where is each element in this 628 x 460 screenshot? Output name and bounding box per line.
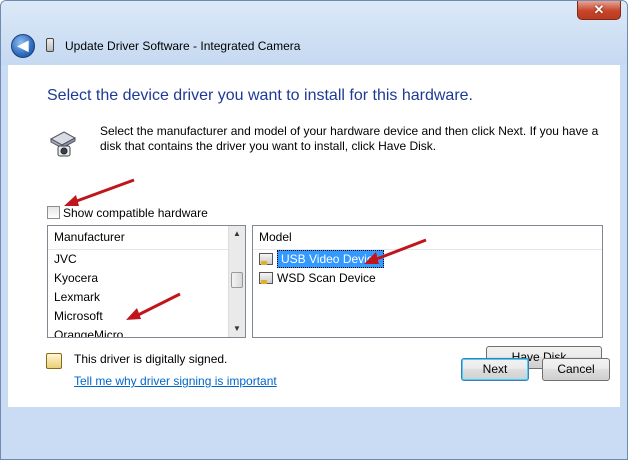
- dialog-window: ✕ ◀ Update Driver Software - Integrated …: [0, 0, 628, 460]
- hardware-icon: [49, 131, 77, 157]
- manufacturer-item[interactable]: Microsoft: [48, 307, 245, 326]
- manufacturer-item[interactable]: OrangeMicro: [48, 326, 245, 337]
- show-compatible-label[interactable]: Show compatible hardware: [63, 206, 208, 220]
- manufacturer-item[interactable]: Lexmark: [48, 288, 245, 307]
- page-heading: Select the device driver you want to ins…: [47, 87, 473, 104]
- next-button[interactable]: Next: [461, 358, 529, 381]
- instructions-text: Select the manufacturer and model of you…: [100, 124, 599, 153]
- model-item[interactable]: WSD Scan Device: [253, 269, 602, 288]
- manufacturer-item[interactable]: Kyocera: [48, 269, 245, 288]
- show-compatible-checkbox[interactable]: [47, 206, 60, 219]
- close-icon: ✕: [593, 2, 605, 17]
- manufacturer-list[interactable]: Manufacturer JVC Kyocera Lexmark Microso…: [47, 225, 246, 338]
- manufacturer-scrollbar[interactable]: ▲ ▼: [228, 226, 245, 337]
- manufacturer-item[interactable]: JVC: [48, 250, 245, 269]
- cancel-button[interactable]: Cancel: [542, 358, 610, 381]
- model-header: Model: [253, 226, 602, 250]
- scroll-up-icon[interactable]: ▲: [229, 226, 245, 242]
- dialog-content: Select the device driver you want to ins…: [8, 65, 620, 407]
- device-icon: [46, 38, 54, 52]
- driver-icon: [259, 272, 273, 284]
- model-item-label: USB Video Device: [277, 250, 384, 268]
- certificate-icon: [46, 353, 62, 369]
- signing-status: This driver is digitally signed.: [74, 352, 228, 366]
- title-bar: ✕ ◀ Update Driver Software - Integrated …: [1, 1, 627, 65]
- manufacturer-header: Manufacturer: [48, 226, 230, 250]
- model-item-selected[interactable]: USB Video Device: [253, 250, 602, 269]
- driver-icon: [259, 253, 273, 265]
- close-button[interactable]: ✕: [577, 1, 621, 20]
- driver-signing-link[interactable]: Tell me why driver signing is important: [74, 374, 277, 388]
- window-title: Update Driver Software - Integrated Came…: [65, 39, 301, 53]
- scroll-down-icon[interactable]: ▼: [229, 321, 245, 337]
- scroll-thumb[interactable]: [231, 272, 243, 288]
- model-list[interactable]: Model USB Video Device WSD Scan Device: [252, 225, 603, 338]
- back-button[interactable]: ◀: [11, 34, 35, 58]
- model-item-label: WSD Scan Device: [277, 271, 376, 285]
- back-arrow-icon: ◀: [17, 37, 29, 53]
